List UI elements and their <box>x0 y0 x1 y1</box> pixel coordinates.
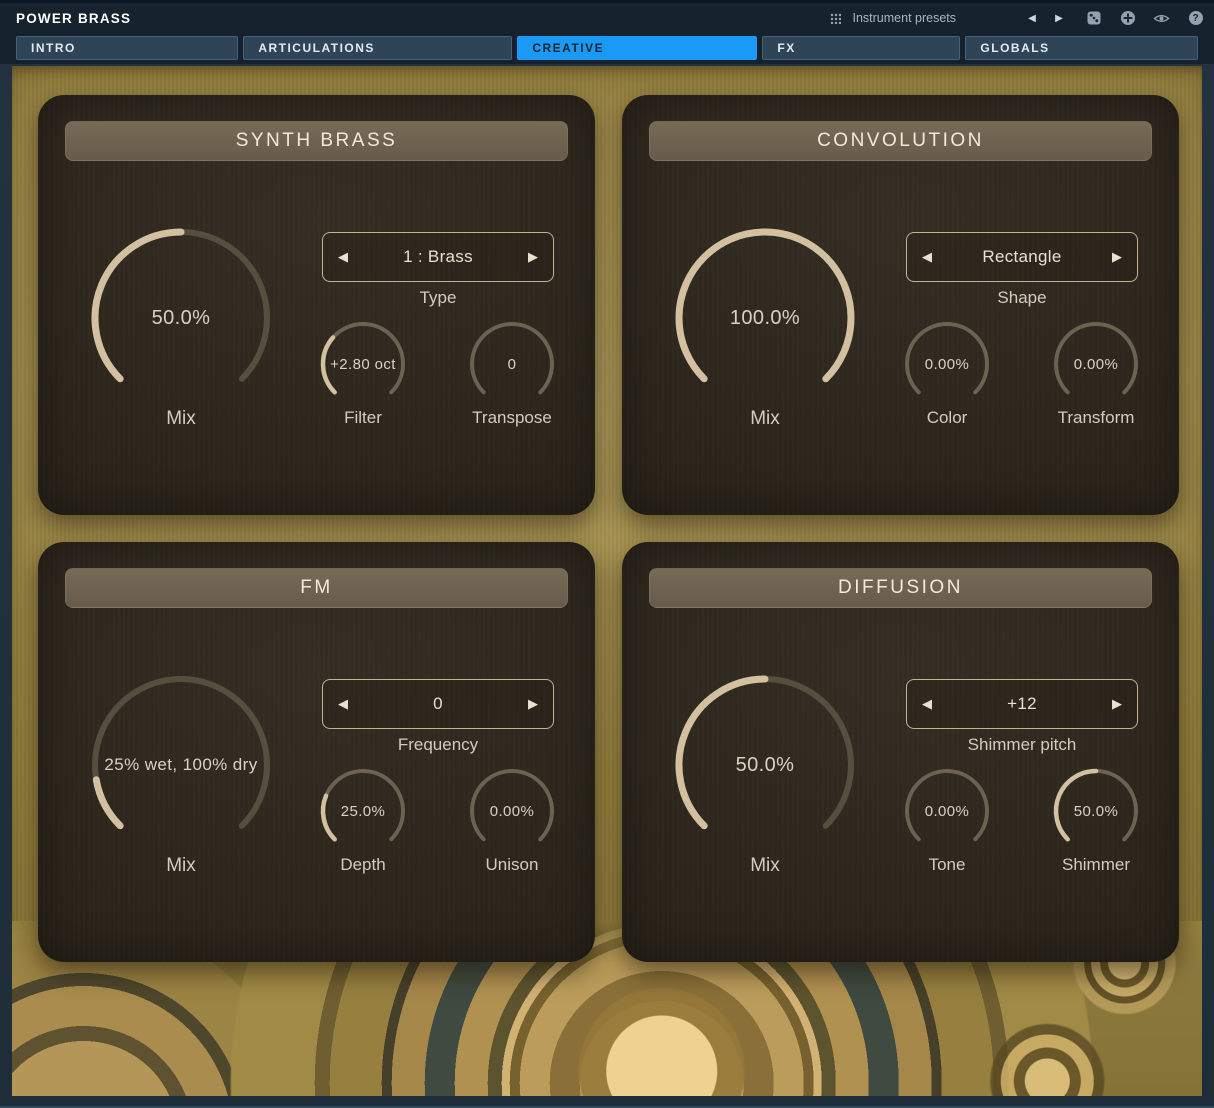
tab-fx[interactable]: FX <box>762 36 960 60</box>
transpose-knob[interactable]: 0 <box>464 316 560 412</box>
instrument-presets-label[interactable]: Instrument presets <box>852 11 956 25</box>
selector-value: 1 : Brass <box>351 247 525 267</box>
plugin-window: POWER BRASS Instrument presets ◀ ▶ <box>0 0 1214 1108</box>
frequency-selector[interactable]: ◀ 0 ▶ <box>322 679 554 729</box>
shimmer-knob-label: Shimmer <box>1021 855 1171 875</box>
titlebar: POWER BRASS Instrument presets ◀ ▶ <box>0 0 1214 33</box>
panel-title: FM <box>65 568 568 608</box>
panel-title: CONVOLUTION <box>649 121 1152 161</box>
color-knob[interactable]: 0.00% <box>899 316 995 412</box>
type-selector[interactable]: ◀ 1 : Brass ▶ <box>322 232 554 282</box>
tone-knob[interactable]: 0.00% <box>899 763 995 859</box>
mix-knob[interactable]: 50.0% <box>670 670 860 860</box>
selector-next-arrow[interactable]: ▶ <box>525 249 541 265</box>
shimmer-knob[interactable]: 50.0% <box>1048 763 1144 859</box>
transform-knob[interactable]: 0.00% <box>1048 316 1144 412</box>
panel-fm: FM 25% wet, 100% dry Mix ◀ 0 ▶ Frequency… <box>38 542 595 962</box>
brass-background: SYNTH BRASS 50.0% Mix ◀ 1 : Brass ▶ Type… <box>12 66 1202 1096</box>
window-frame: SYNTH BRASS 50.0% Mix ◀ 1 : Brass ▶ Type… <box>0 64 1214 1108</box>
dice-randomize-icon[interactable] <box>1085 10 1102 27</box>
panel-synth-brass: SYNTH BRASS 50.0% Mix ◀ 1 : Brass ▶ Type… <box>38 95 595 515</box>
selector-next-arrow[interactable]: ▶ <box>1109 249 1125 265</box>
filter-knob[interactable]: +2.80 oct <box>315 316 411 412</box>
tab-globals[interactable]: GLOBALS <box>965 36 1198 60</box>
selector-prev-arrow[interactable]: ◀ <box>335 249 351 265</box>
selector-label: Type <box>322 288 554 308</box>
mix-knob-label: Mix <box>670 855 860 877</box>
panel-diffusion: DIFFUSION 50.0% Mix ◀ +12 ▶ Shimmer pitc… <box>622 542 1179 962</box>
presets-grid-icon[interactable] <box>830 13 841 24</box>
tone-knob-label: Tone <box>872 855 1022 875</box>
eye-icon[interactable] <box>1153 10 1170 27</box>
mix-knob[interactable]: 50.0% <box>86 223 276 413</box>
mix-knob[interactable]: 25% wet, 100% dry <box>86 670 276 860</box>
mix-knob-label: Mix <box>670 408 860 430</box>
tab-articulations[interactable]: ARTICULATIONS <box>243 36 512 60</box>
panel-title: SYNTH BRASS <box>65 121 568 161</box>
page-title: POWER BRASS <box>16 11 131 26</box>
unison-knob[interactable]: 0.00% <box>464 763 560 859</box>
transpose-knob-label: Transpose <box>437 408 587 428</box>
transform-knob-label: Transform <box>1021 408 1171 428</box>
panel-convolution: CONVOLUTION 100.0% Mix ◀ Rectangle ▶ Sha… <box>622 95 1179 515</box>
selector-prev-arrow[interactable]: ◀ <box>919 696 935 712</box>
color-knob-label: Color <box>872 408 1022 428</box>
mix-knob-label: Mix <box>86 855 276 877</box>
tab-creative[interactable]: CREATIVE <box>517 36 757 60</box>
filter-knob-label: Filter <box>288 408 438 428</box>
selector-prev-arrow[interactable]: ◀ <box>335 696 351 712</box>
selector-label: Frequency <box>322 735 554 755</box>
selector-value: +12 <box>935 694 1109 714</box>
tab-intro[interactable]: INTRO <box>16 36 238 60</box>
selector-value: 0 <box>351 694 525 714</box>
panel-title: DIFFUSION <box>649 568 1152 608</box>
prev-preset-button[interactable]: ◀ <box>1023 13 1041 24</box>
shape-selector[interactable]: ◀ Rectangle ▶ <box>906 232 1138 282</box>
add-circle-icon[interactable] <box>1119 10 1136 27</box>
shimmer-pitch-selector[interactable]: ◀ +12 ▶ <box>906 679 1138 729</box>
selector-prev-arrow[interactable]: ◀ <box>919 249 935 265</box>
tab-bar: INTRO ARTICULATIONS CREATIVE FX GLOBALS <box>0 33 1214 64</box>
selector-next-arrow[interactable]: ▶ <box>1109 696 1125 712</box>
mix-knob[interactable]: 100.0% <box>670 223 860 413</box>
selector-value: Rectangle <box>935 247 1109 267</box>
help-icon[interactable]: ? <box>1187 10 1204 27</box>
selector-label: Shape <box>906 288 1138 308</box>
selector-label: Shimmer pitch <box>906 735 1138 755</box>
mix-knob-label: Mix <box>86 408 276 430</box>
depth-knob[interactable]: 25.0% <box>315 763 411 859</box>
depth-knob-label: Depth <box>288 855 438 875</box>
next-preset-button[interactable]: ▶ <box>1050 13 1068 24</box>
unison-knob-label: Unison <box>437 855 587 875</box>
selector-next-arrow[interactable]: ▶ <box>525 696 541 712</box>
